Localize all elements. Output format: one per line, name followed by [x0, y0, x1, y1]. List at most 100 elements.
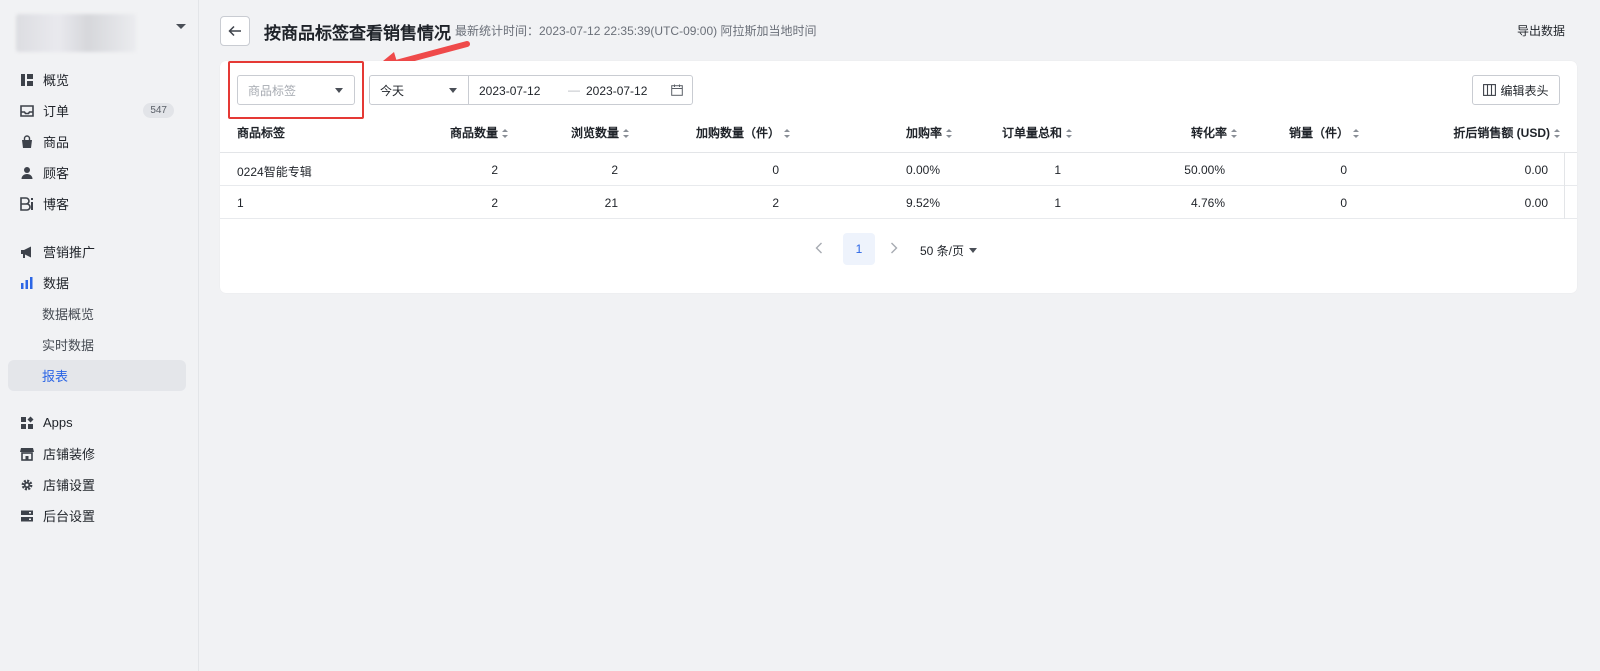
- bar-chart-icon: [20, 276, 34, 290]
- sidebar-item-marketing[interactable]: 营销推广: [8, 236, 186, 267]
- column-header-conversion[interactable]: 转化率: [1191, 124, 1237, 141]
- date-range-picker[interactable]: 2023-07-12 — 2023-07-12: [468, 75, 693, 105]
- report-card: 商品标签 今天 2023-07-12 — 2023-07-12 编辑表头 商品标…: [220, 61, 1577, 293]
- sidebar-sub-label: 数据概览: [42, 307, 95, 322]
- sidebar-sub-data-overview[interactable]: 数据概览: [8, 298, 186, 329]
- sidebar-item-label: 博客: [43, 197, 70, 212]
- sidebar-item-apps[interactable]: Apps: [8, 407, 186, 438]
- column-header-net-sales[interactable]: 折后销售额 (USD): [1453, 124, 1560, 141]
- sidebar-item-label: 顾客: [43, 166, 70, 181]
- cell-net-sales: 0.00: [1524, 196, 1548, 210]
- stat-time: 最新统计时间：2023-07-12 22:35:39(UTC-09:00) 阿拉…: [455, 24, 817, 38]
- apps-icon: [20, 416, 34, 430]
- sidebar-sub-label: 报表: [42, 369, 69, 384]
- edit-columns-button[interactable]: 编辑表头: [1472, 75, 1560, 105]
- bag-icon: [20, 134, 34, 149]
- sidebar-item-store-design[interactable]: 店铺装修: [8, 438, 186, 469]
- column-header-label: 加购数量（件）: [695, 126, 780, 140]
- sidebar-sub-reports[interactable]: 报表: [8, 360, 186, 391]
- cell-cart-rate: 0.00%: [905, 163, 940, 177]
- sidebar-item-products[interactable]: 商品: [8, 126, 186, 157]
- cell-order-total: 1: [1054, 163, 1061, 177]
- product-tag-select[interactable]: 商品标签: [237, 75, 355, 105]
- secondary-nav: 营销推广 数据 数据概览 实时数据 报表: [8, 236, 186, 391]
- cell-tag: 1: [237, 196, 244, 210]
- edit-columns-label: 编辑表头: [1500, 83, 1549, 98]
- chevron-left-icon[interactable]: [812, 241, 826, 255]
- sidebar-item-blog[interactable]: 博客: [8, 188, 186, 219]
- sort-icon[interactable]: [946, 129, 952, 138]
- cell-add-to-cart: 0: [772, 163, 779, 177]
- column-header-label: 折后销售额 (USD): [1453, 126, 1550, 140]
- date-end: 2023-07-12: [586, 84, 648, 98]
- user-icon: [20, 166, 34, 180]
- column-header-label: 加购率: [905, 126, 942, 140]
- column-header-views[interactable]: 浏览数量: [571, 124, 629, 141]
- sort-icon[interactable]: [1231, 129, 1237, 138]
- column-header-tag: 商品标签: [237, 124, 285, 141]
- dashboard-icon: [20, 73, 34, 87]
- sort-icon[interactable]: [784, 129, 790, 138]
- range-preset-value: 今天: [380, 83, 405, 98]
- megaphone-icon: [20, 245, 34, 259]
- column-header-order-total[interactable]: 订单量总和: [1002, 124, 1072, 141]
- main-nav: 概览 订单 547 商品 顾客 博客: [8, 64, 186, 219]
- cell-product-count: 2: [491, 163, 498, 177]
- date-separator: —: [568, 83, 580, 97]
- cell-cart-rate: 9.52%: [905, 196, 940, 210]
- column-header-label: 商品标签: [237, 126, 286, 140]
- sort-icon[interactable]: [623, 129, 629, 138]
- sidebar-item-data[interactable]: 数据: [8, 267, 186, 298]
- sort-icon[interactable]: [1066, 129, 1072, 138]
- column-header-label: 订单量总和: [1001, 126, 1062, 140]
- server-icon: [20, 509, 34, 523]
- column-header-label: 浏览数量: [570, 126, 619, 140]
- sidebar-item-store-settings[interactable]: 店铺设置: [8, 469, 186, 500]
- product-tag-placeholder: 商品标签: [248, 83, 297, 98]
- sidebar-item-label: 概览: [43, 73, 70, 88]
- storefront-icon: [20, 447, 34, 461]
- cell-add-to-cart: 2: [772, 196, 779, 210]
- cell-net-sales: 0.00: [1524, 163, 1548, 177]
- column-header-add-to-cart[interactable]: 加购数量（件）: [696, 124, 790, 141]
- sort-icon[interactable]: [1554, 129, 1560, 138]
- sidebar-item-label: 订单: [43, 104, 70, 119]
- sidebar-sub-realtime[interactable]: 实时数据: [8, 329, 186, 360]
- sidebar-item-label: 营销推广: [43, 245, 96, 260]
- arrow-left-icon: [228, 25, 241, 37]
- export-data-button[interactable]: 导出数据: [1517, 22, 1565, 39]
- date-range-preset-select[interactable]: 今天: [369, 75, 469, 105]
- page-size-select[interactable]: 50 条/页: [920, 242, 978, 259]
- cell-tag: 0224智能专辑: [237, 165, 312, 179]
- columns-icon: [1483, 84, 1497, 96]
- sort-icon[interactable]: [1353, 129, 1359, 138]
- chevron-right-icon[interactable]: [887, 241, 901, 255]
- sidebar-item-admin-settings[interactable]: 后台设置: [8, 500, 186, 531]
- sidebar: 概览 订单 547 商品 顾客 博客 营销推广 数据 数据概览 实时数据 报表 …: [0, 0, 199, 671]
- cell-conversion: 50.00%: [1184, 163, 1225, 177]
- column-header-label: 销量（件）: [1288, 126, 1349, 140]
- sidebar-item-overview[interactable]: 概览: [8, 64, 186, 95]
- cell-product-count: 2: [491, 196, 498, 210]
- order-count-badge: 547: [143, 103, 174, 118]
- page-size-label: 50 条/页: [920, 244, 965, 258]
- table-row: 0224智能专辑 2 2 0 0.00% 1 50.00% 0 0.00: [220, 153, 1577, 186]
- back-button[interactable]: [220, 16, 250, 46]
- cell-sales-qty: 0: [1340, 163, 1347, 177]
- sidebar-item-label: 店铺装修: [43, 447, 96, 462]
- sidebar-sub-label: 实时数据: [42, 338, 95, 353]
- page-number-button[interactable]: 1: [843, 233, 875, 265]
- column-header-product-count[interactable]: 商品数量: [450, 124, 508, 141]
- column-header-label: 转化率: [1190, 126, 1227, 140]
- sidebar-item-customers[interactable]: 顾客: [8, 157, 186, 188]
- sort-icon[interactable]: [502, 129, 508, 138]
- sidebar-item-label: 数据: [43, 276, 70, 291]
- store-logo: [16, 14, 136, 52]
- column-header-sales-qty[interactable]: 销量（件）: [1289, 124, 1359, 141]
- sidebar-item-label: 后台设置: [43, 509, 96, 524]
- column-header-cart-rate[interactable]: 加购率: [906, 124, 952, 141]
- table-row: 1 2 21 2 9.52% 1 4.76% 0 0.00: [220, 186, 1577, 219]
- calendar-icon: [671, 84, 683, 96]
- sidebar-item-orders[interactable]: 订单 547: [8, 95, 186, 126]
- store-switcher[interactable]: [16, 14, 186, 54]
